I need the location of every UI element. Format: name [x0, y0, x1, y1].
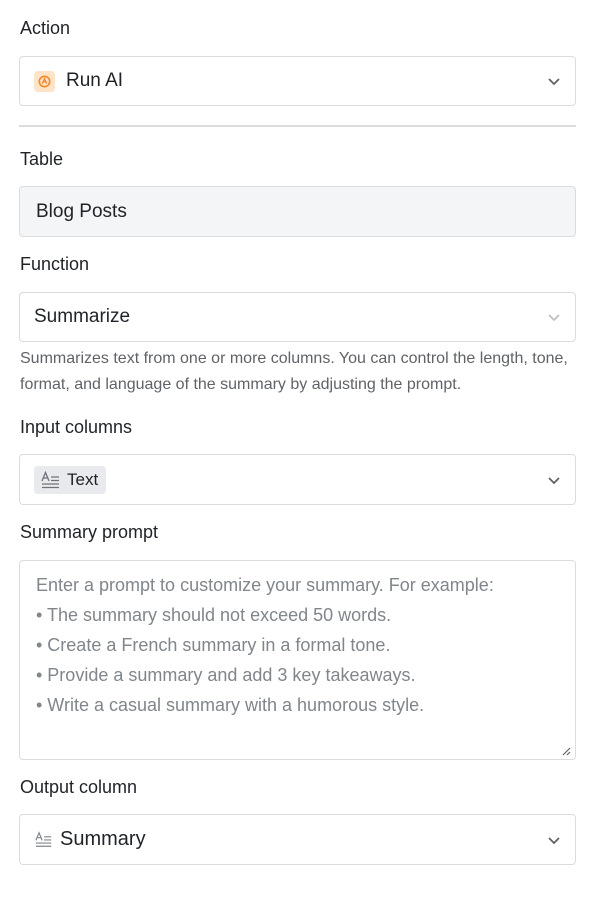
ai-assistant-icon: [34, 70, 55, 92]
input-columns-select[interactable]: Text: [19, 454, 576, 505]
output-column-label: Output column: [20, 777, 138, 797]
placeholder-line: • The summary should not exceed 50 words…: [36, 605, 392, 625]
summary-prompt-textarea[interactable]: Enter a prompt to customize your summary…: [19, 560, 576, 760]
table-field: Blog Posts: [19, 186, 576, 237]
placeholder-line: Enter a prompt to customize your summary…: [36, 575, 494, 595]
function-value: Summarize: [34, 306, 131, 327]
placeholder-line: • Write a casual summary with a humorous…: [36, 695, 425, 715]
table-value: Blog Posts: [36, 200, 127, 222]
input-columns-label: Input columns: [20, 417, 133, 437]
output-column-select[interactable]: Summary: [19, 814, 576, 865]
chevron-down-icon: [548, 836, 560, 844]
function-label: Function: [20, 254, 90, 274]
section-divider: [19, 125, 576, 127]
summary-prompt-label: Summary prompt: [20, 522, 159, 542]
resize-handle-icon[interactable]: [561, 746, 571, 756]
chevron-down-icon: [548, 476, 560, 484]
column-chip-label: Text: [67, 469, 99, 489]
function-description: Summarizes text from one or more columns…: [20, 350, 568, 393]
column-chip-text[interactable]: Text: [34, 465, 107, 494]
long-text-icon: [41, 470, 61, 489]
long-text-icon: [35, 831, 53, 848]
table-label: Table: [20, 149, 64, 169]
chevron-down-icon: [548, 314, 560, 322]
chevron-down-icon: [548, 78, 560, 86]
action-select[interactable]: Run AI: [19, 56, 576, 106]
placeholder-line: • Create a French summary in a formal to…: [36, 635, 391, 655]
output-column-value: Summary: [60, 828, 146, 850]
action-value: Run AI: [66, 70, 124, 91]
action-label: Action: [20, 18, 71, 38]
placeholder-line: • Provide a summary and add 3 key takeaw…: [36, 665, 416, 685]
function-select[interactable]: Summarize: [19, 292, 576, 342]
